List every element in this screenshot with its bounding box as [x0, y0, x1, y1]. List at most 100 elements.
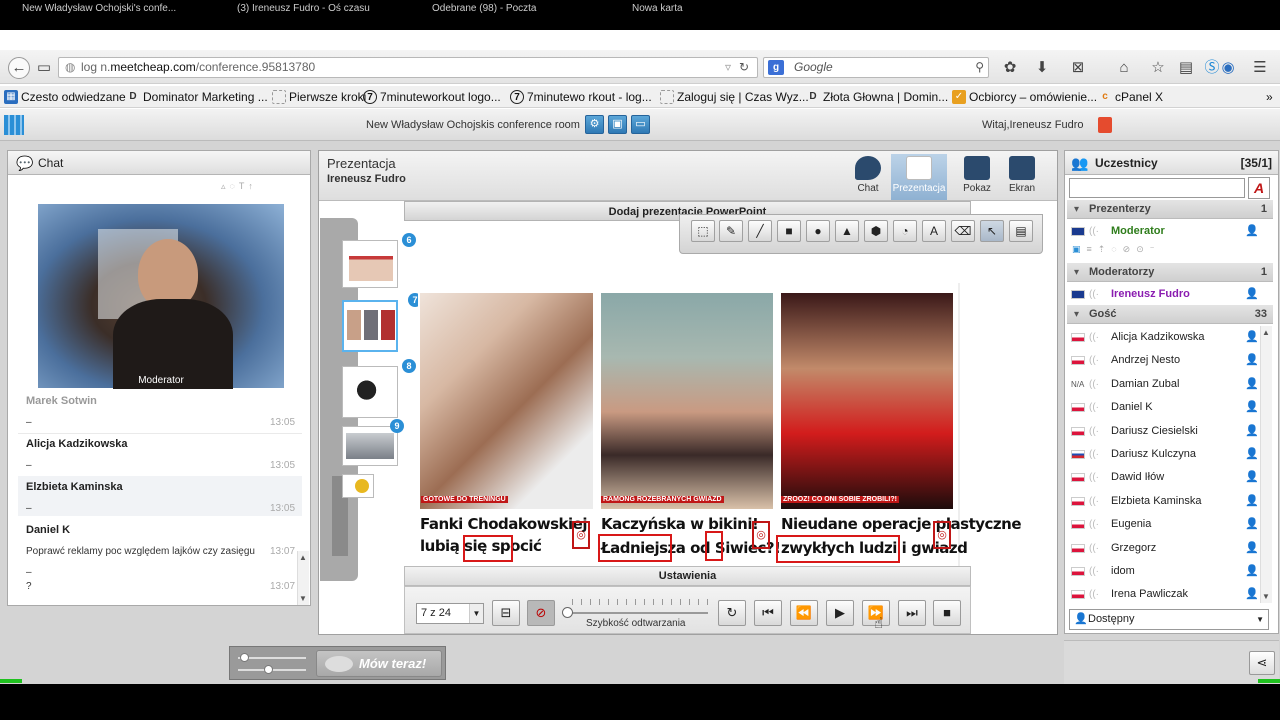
presenter-controls[interactable]: ▣≡⇡◌⊘⊙⁻ — [1069, 244, 1261, 262]
first-slide-button[interactable]: ⏮ — [754, 600, 782, 626]
participant-row[interactable]: ((· Moderator 👤 — [1067, 220, 1259, 243]
chevron-down-icon[interactable]: ▼ — [1256, 610, 1264, 629]
mode-screen-button[interactable]: Ekran — [994, 154, 1050, 200]
bookmark-item[interactable]: ✓ Ocbiorcy – omówienie... — [952, 89, 1097, 105]
search-icon[interactable]: ⚲ — [975, 58, 984, 77]
participant-row[interactable]: ((· Ireneusz Fudro 👤 — [1067, 283, 1259, 306]
bookmark-item[interactable]: Pierwsze kroki — [272, 89, 366, 105]
chevron-down-icon[interactable]: ▼ — [469, 604, 483, 623]
autoplay-toggle-button[interactable]: ⊘ — [527, 600, 555, 626]
participant-row[interactable]: ((· idom 👤 — [1067, 560, 1259, 583]
participant-row[interactable]: ((· Dariusz Kulczyna 👤 — [1067, 443, 1259, 466]
mode-presentation-button[interactable]: Prezentacja — [891, 154, 947, 200]
arc-tool-icon[interactable]: ◔ — [893, 220, 917, 242]
participant-row[interactable]: ((· Alicja Kadzikowska 👤 — [1067, 326, 1259, 349]
volume-slider-handle[interactable] — [240, 653, 249, 662]
speed-slider[interactable] — [566, 612, 708, 614]
text-tool-icon[interactable]: A — [922, 220, 946, 242]
bookmark-item[interactable]: D Dominator Marketing ... — [126, 89, 267, 105]
bookmark-item[interactable]: Zaloguj się | Czas Wyz... — [660, 89, 809, 105]
status-select[interactable]: 👤 Dostępny ▼ — [1069, 609, 1269, 630]
clear-tool-icon[interactable]: ▤ — [1009, 220, 1033, 242]
slide-thumbnail[interactable] — [342, 474, 374, 498]
scroll-down-icon[interactable]: ▼ — [1262, 592, 1270, 601]
chat-tools-icons[interactable]: ▵◌T↑ — [221, 181, 257, 192]
participant-row[interactable]: ((· Irena Pawliczak 👤 — [1067, 583, 1259, 606]
back-button[interactable]: ← — [8, 57, 30, 79]
mode-chat-button[interactable]: Chat — [840, 154, 896, 200]
scroll-up-icon[interactable]: ▲ — [1262, 328, 1270, 337]
bookmark-item[interactable]: c cPanel X — [1098, 89, 1163, 105]
sync-icon[interactable]: ◉ — [1218, 58, 1238, 78]
last-slide-button[interactable]: ⏭ — [898, 600, 926, 626]
bookmark-star-icon[interactable]: ☆ — [1148, 58, 1168, 78]
participant-row[interactable]: ((· Eugenia 👤 — [1067, 513, 1259, 536]
participant-row[interactable]: ((· Elzbieta Kaminska 👤 — [1067, 490, 1259, 513]
mic-slider-handle[interactable] — [264, 665, 273, 674]
bookmark-item[interactable]: 7 7minuteworkout logo... — [363, 89, 501, 105]
slide-list-button[interactable]: ⊟ — [492, 600, 520, 626]
eraser-tool-icon[interactable]: ⌫ — [951, 220, 975, 242]
chat-scrollbar[interactable]: ▲ ▼ — [297, 551, 309, 605]
page-select[interactable]: 7 z 24 ▼ — [416, 603, 484, 624]
browser-tab[interactable]: New Władysław Ochojski's confe... — [0, 2, 210, 16]
play-button[interactable]: ▶ — [826, 600, 854, 626]
menu-icon[interactable]: ☰ — [1250, 58, 1270, 78]
participant-row[interactable]: ((· Dawid Iłów 👤 — [1067, 466, 1259, 489]
dropdown-icon[interactable]: ▿ — [725, 58, 731, 77]
browser-tab[interactable]: (3) Ireneusz Fudro - Oś czasu — [215, 2, 405, 16]
bookmark-item[interactable]: 7 7minutewo rkout - log... — [510, 89, 652, 105]
line-tool-icon[interactable]: ╱ — [748, 220, 772, 242]
more-bookmarks-icon[interactable]: » — [1266, 89, 1273, 105]
rectangle-tool-icon[interactable]: ■ — [777, 220, 801, 242]
triangle-tool-icon[interactable]: ▲ — [835, 220, 859, 242]
participant-row[interactable]: ((· Grzegorz 👤 — [1067, 537, 1259, 560]
font-style-icon[interactable]: A — [1248, 177, 1270, 199]
select-rect-tool-icon[interactable]: ⬚ — [691, 220, 715, 242]
addon-icon[interactable]: ✿ — [1000, 58, 1020, 78]
download-icon[interactable]: ⬇ — [1032, 58, 1052, 78]
url-bar[interactable]: ◍ log n.meetcheap.com/conference.9581378… — [58, 57, 758, 78]
participant-row[interactable]: N/A ((· Damian Zubal 👤 — [1067, 373, 1259, 396]
screen-icon[interactable]: ▭ — [631, 115, 650, 134]
bookmarks-menu-icon[interactable]: ▤ — [1176, 58, 1196, 78]
browser-tab[interactable]: Nowa karta — [610, 2, 800, 16]
lock-icon[interactable]: ▣ — [608, 115, 627, 134]
hexagon-tool-icon[interactable]: ⬢ — [864, 220, 888, 242]
slide-thumbnail[interactable] — [342, 426, 398, 466]
logout-icon[interactable] — [1098, 117, 1112, 133]
reload-icon[interactable]: ↻ — [739, 58, 749, 77]
group-moderators[interactable]: Moderatorzy 1 — [1067, 263, 1273, 282]
group-guests[interactable]: Gość 33 — [1067, 305, 1273, 324]
settings-gear-icon[interactable]: ⚙ — [585, 115, 604, 134]
camera-control-icon[interactable]: ▣ — [1072, 244, 1087, 254]
scroll-down-icon[interactable]: ▼ — [299, 594, 307, 603]
talk-now-button[interactable]: Mów teraz! — [316, 650, 442, 677]
slide-thumbnail[interactable] — [342, 240, 398, 288]
group-presenters[interactable]: Prezenterzy 1 — [1067, 200, 1273, 219]
bookmark-item[interactable]: D Złota Głowna | Domin... — [806, 89, 948, 105]
pencil-tool-icon[interactable]: ✎ — [719, 220, 743, 242]
circle-tool-icon[interactable]: ● — [806, 220, 830, 242]
pointer-tool-icon[interactable]: ↖ — [980, 220, 1004, 242]
participants-scrollbar[interactable]: ▲ ▼ — [1260, 326, 1272, 603]
moderator-video[interactable]: Moderator — [38, 204, 284, 389]
speed-slider-handle[interactable] — [562, 607, 573, 618]
reload-slide-button[interactable]: ↻ — [718, 600, 746, 626]
participant-row[interactable]: ((· Andrzej Nesto 👤 — [1067, 349, 1259, 372]
browser-tab[interactable]: Odebrane (98) - Poczta — [410, 2, 605, 16]
share-button[interactable]: ⋖ — [1249, 651, 1275, 675]
participants-search-input[interactable] — [1069, 178, 1245, 198]
slide-thumbnail[interactable] — [342, 366, 398, 418]
settings-bar[interactable]: Ustawienia — [404, 566, 971, 586]
participant-row[interactable]: ((· Daniel K 👤 — [1067, 396, 1259, 419]
home-icon[interactable]: ⌂ — [1114, 58, 1134, 78]
search-input[interactable]: g Google ⚲ — [763, 57, 989, 78]
bookmark-item[interactable]: ▦ Czesto odwiedzane — [4, 89, 126, 105]
stop-button[interactable]: ■ — [933, 600, 961, 626]
participant-row[interactable]: ((· Dariusz Ciesielski 👤 — [1067, 420, 1259, 443]
slide-thumbnail-active[interactable] — [342, 300, 398, 352]
extension-icon[interactable]: ⊠ — [1068, 58, 1088, 78]
previous-slide-button[interactable]: ⏪ — [790, 600, 818, 626]
scroll-up-icon[interactable]: ▲ — [299, 553, 307, 562]
